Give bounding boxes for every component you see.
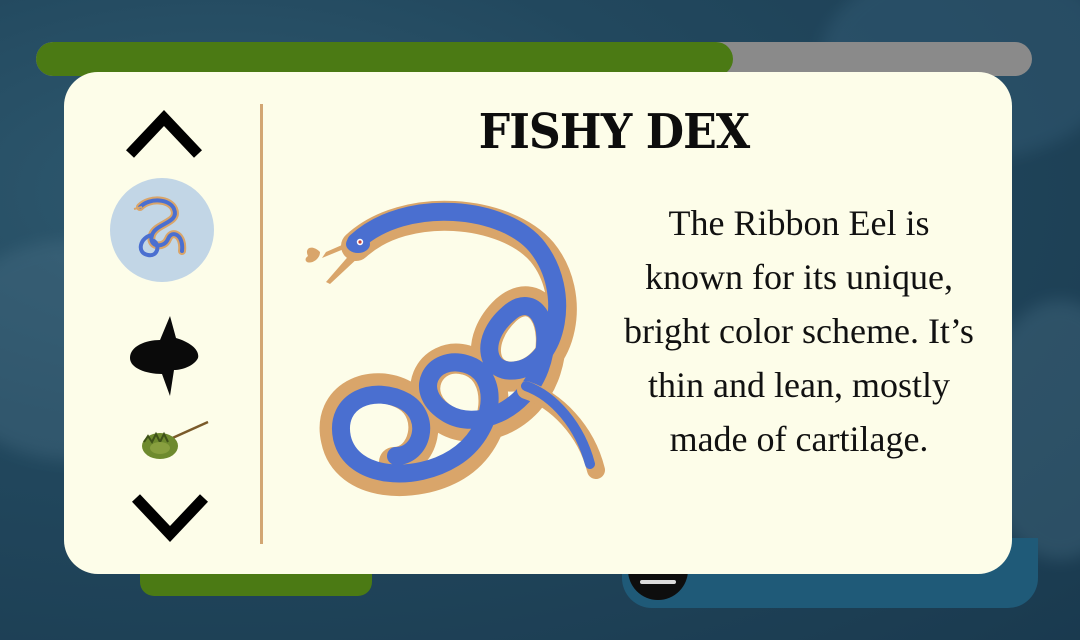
sunfish-silhouette-icon [130,316,199,396]
fishy-dex-card: FISHY DEX The Ribbon Eel is known for it… [64,72,1012,574]
scroll-down-button[interactable] [128,488,212,544]
dex-description: The Ribbon Eel is known for its unique, … [624,203,974,459]
chevron-down-icon [132,494,208,542]
ribbon-eel-illustration [305,200,605,497]
dex-entry-ribbon-eel[interactable] [110,178,214,282]
progress-fill [36,42,734,76]
chevron-up-icon [126,109,202,158]
dex-entry-sunfish[interactable] [122,310,206,400]
progress-bar [36,42,1032,76]
dex-entry-horseshoe-crab[interactable] [134,416,214,466]
ribbon-eel-icon [133,196,187,258]
dex-title: FISHY DEX [478,104,750,160]
scroll-up-button[interactable] [122,106,206,162]
sidebar-divider [260,104,263,544]
horseshoe-crab-icon [142,420,209,459]
